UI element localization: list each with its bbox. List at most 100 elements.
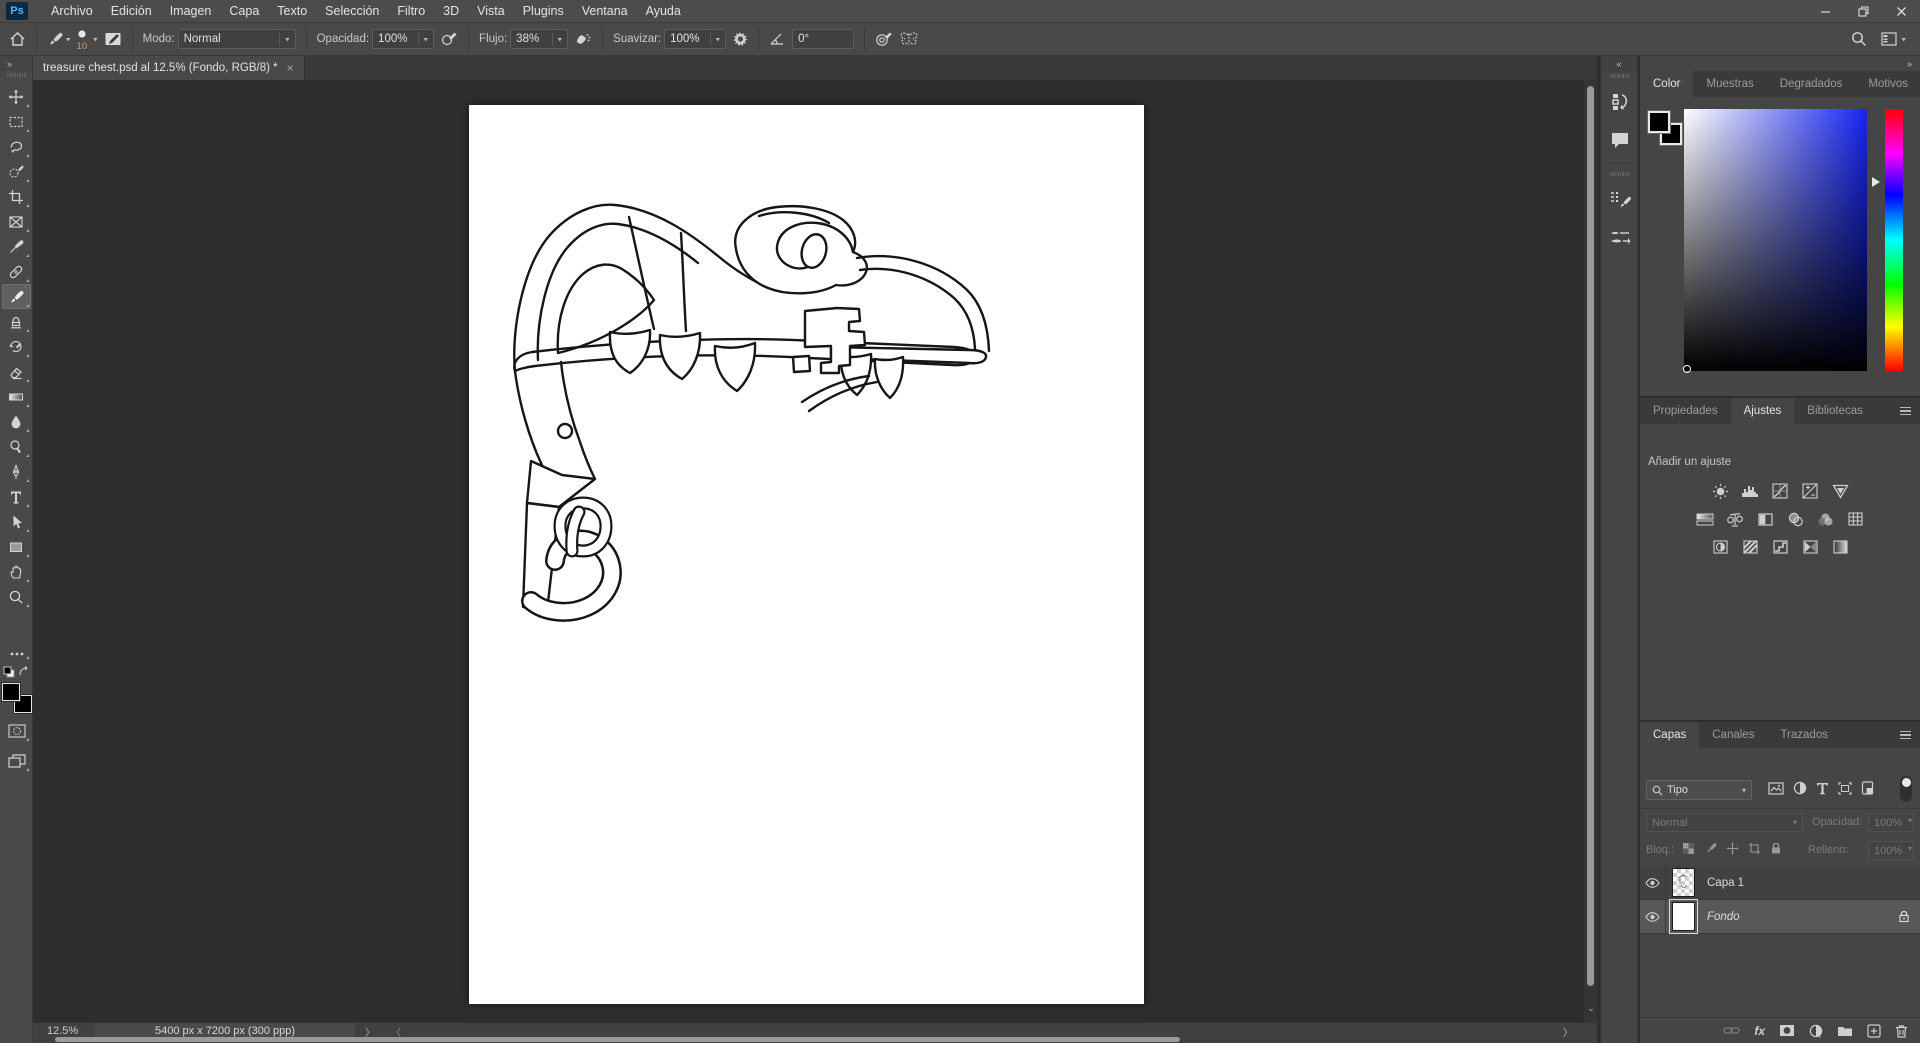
dodge-tool[interactable] xyxy=(2,434,31,459)
invert-icon[interactable] xyxy=(1710,538,1730,556)
tab-degradados[interactable]: Degradados xyxy=(1767,71,1856,97)
zoom-level-field[interactable]: 12.5% xyxy=(47,1025,78,1037)
scroll-right-chevron-icon[interactable]: 〉 xyxy=(1563,1024,1573,1039)
menu-texto[interactable]: Texto xyxy=(268,0,316,22)
menu-capa[interactable]: Capa xyxy=(220,0,268,22)
smoothing-options-gear-icon[interactable] xyxy=(732,31,748,47)
threshold-icon[interactable] xyxy=(1770,538,1790,556)
foreground-color-swatch[interactable] xyxy=(1647,110,1671,134)
hand-tool[interactable] xyxy=(2,559,31,584)
comments-panel-icon[interactable] xyxy=(1601,125,1639,155)
screen-mode-button[interactable] xyxy=(2,748,31,773)
layer-filter-select[interactable]: Tipo ▾ xyxy=(1646,780,1752,800)
panel-grip[interactable] xyxy=(1601,170,1637,177)
document-info-field[interactable]: 5400 px x 7200 px (300 ppp) xyxy=(95,1023,355,1038)
edit-toolbar-ellipsis[interactable] xyxy=(2,647,31,661)
opacity-input[interactable]: 100% ▾ xyxy=(372,29,435,49)
filter-smart-objects-icon[interactable] xyxy=(1861,781,1874,795)
color-balance-icon[interactable] xyxy=(1725,510,1745,528)
menu-ventana[interactable]: Ventana xyxy=(573,0,637,22)
brush-angle-input[interactable]: 0° xyxy=(792,29,855,49)
vertical-scrollbar[interactable]: ⌄ xyxy=(1583,80,1597,1022)
delete-layer-trash-icon[interactable] xyxy=(1895,1024,1908,1038)
foreground-color-swatch[interactable] xyxy=(0,682,21,702)
default-colors-icon[interactable] xyxy=(3,666,15,678)
tab-capas[interactable]: Capas xyxy=(1640,722,1700,748)
lock-position-icon[interactable] xyxy=(1726,842,1739,855)
layer-visibility-eye-icon[interactable] xyxy=(1640,899,1666,934)
hue-slider[interactable] xyxy=(1885,109,1903,371)
blend-mode-select[interactable]: Normal ▾ xyxy=(177,29,296,49)
menu-archivo[interactable]: Archivo xyxy=(42,0,102,22)
pressure-size-icon[interactable] xyxy=(875,31,893,47)
zoom-tool[interactable] xyxy=(2,584,31,609)
minimize-button[interactable] xyxy=(1806,0,1844,22)
expand-panels-button[interactable]: » xyxy=(1640,56,1920,71)
quick-mask-mode-button[interactable] xyxy=(2,718,31,743)
vertical-scrollbar-thumb[interactable] xyxy=(1587,86,1594,986)
photo-filter-icon[interactable] xyxy=(1785,510,1805,528)
exposure-icon[interactable] xyxy=(1800,482,1820,500)
blur-tool[interactable] xyxy=(2,409,31,434)
paint-symmetry-butterfly-icon[interactable] xyxy=(899,31,919,47)
lock-all-icon[interactable] xyxy=(1770,842,1782,855)
brush-tool-preset[interactable]: ▾ xyxy=(47,31,71,47)
toggle-brush-settings-panel-button[interactable] xyxy=(104,31,122,47)
flow-input[interactable]: 38% ▾ xyxy=(510,29,569,49)
black-white-icon[interactable] xyxy=(1755,510,1775,528)
brush-size-preview[interactable]: 10 xyxy=(77,29,87,51)
new-group-folder-icon[interactable] xyxy=(1837,1025,1853,1037)
brush-settings-panel-icon[interactable] xyxy=(1601,185,1639,215)
lock-transparent-pixels-icon[interactable] xyxy=(1682,842,1695,855)
posterize-icon[interactable] xyxy=(1740,538,1760,556)
selective-color-icon[interactable] xyxy=(1830,538,1850,556)
layer-row-fondo[interactable]: Fondo xyxy=(1640,899,1920,934)
hue-saturation-icon[interactable] xyxy=(1695,510,1715,528)
tab-propiedades[interactable]: Propiedades xyxy=(1640,398,1731,424)
frame-tool[interactable] xyxy=(2,209,31,234)
layer-blend-mode-select[interactable]: Normal ▾ xyxy=(1646,813,1803,832)
layer-row-capa1[interactable]: Capa 1 xyxy=(1640,865,1920,900)
add-layer-mask-icon[interactable] xyxy=(1779,1024,1795,1037)
layer-name[interactable]: Fondo xyxy=(1707,911,1740,923)
menu-vista[interactable]: Vista xyxy=(468,0,514,22)
curves-icon[interactable] xyxy=(1770,482,1790,500)
close-button[interactable] xyxy=(1882,0,1920,22)
layer-style-fx-icon[interactable]: fx xyxy=(1754,1024,1765,1038)
brushes-panel-icon[interactable] xyxy=(1601,223,1639,253)
menu-imagen[interactable]: Imagen xyxy=(161,0,221,22)
link-layers-icon[interactable] xyxy=(1723,1026,1740,1035)
home-button[interactable] xyxy=(9,31,26,47)
close-tab-icon[interactable]: × xyxy=(287,61,294,75)
restore-button[interactable] xyxy=(1844,0,1882,22)
levels-icon[interactable] xyxy=(1740,482,1760,500)
object-selection-tool[interactable] xyxy=(2,159,31,184)
crop-tool[interactable] xyxy=(2,184,31,209)
type-tool[interactable] xyxy=(2,484,31,509)
menu-edicion[interactable]: Edición xyxy=(102,0,161,22)
brightness-contrast-icon[interactable] xyxy=(1710,482,1730,500)
search-icon[interactable] xyxy=(1851,31,1867,47)
filter-shape-layers-icon[interactable] xyxy=(1838,781,1852,795)
new-adjustment-layer-icon[interactable] xyxy=(1809,1024,1823,1038)
history-panel-icon[interactable] xyxy=(1601,87,1639,117)
menu-plugins[interactable]: Plugins xyxy=(514,0,573,22)
toolbar-grip[interactable] xyxy=(0,71,32,78)
foreground-background-colors[interactable] xyxy=(0,682,33,714)
eyedropper-tool[interactable] xyxy=(2,234,31,259)
hue-slider-marker[interactable] xyxy=(1872,177,1880,187)
canvas-pasteboard[interactable]: ⌄ xyxy=(33,80,1597,1022)
vibrance-icon[interactable] xyxy=(1830,482,1850,500)
filter-type-layers-icon[interactable] xyxy=(1816,782,1829,795)
document-tab[interactable]: treasure chest.psd al 12.5% (Fondo, RGB/… xyxy=(33,56,305,80)
panel-menu-icon[interactable] xyxy=(1900,729,1911,741)
airbrush-icon[interactable] xyxy=(574,31,592,47)
spot-healing-brush-tool[interactable] xyxy=(2,259,31,284)
scrollbar-down-chevron-icon[interactable]: ⌄ xyxy=(1584,1003,1597,1014)
menu-seleccion[interactable]: Selección xyxy=(316,0,388,22)
filter-adjustment-layers-icon[interactable] xyxy=(1793,781,1807,795)
rectangular-marquee-tool[interactable] xyxy=(2,109,31,134)
horizontal-scrollbar-thumb[interactable] xyxy=(55,1037,1180,1042)
pen-tool[interactable] xyxy=(2,459,31,484)
layer-name[interactable]: Capa 1 xyxy=(1707,877,1744,889)
